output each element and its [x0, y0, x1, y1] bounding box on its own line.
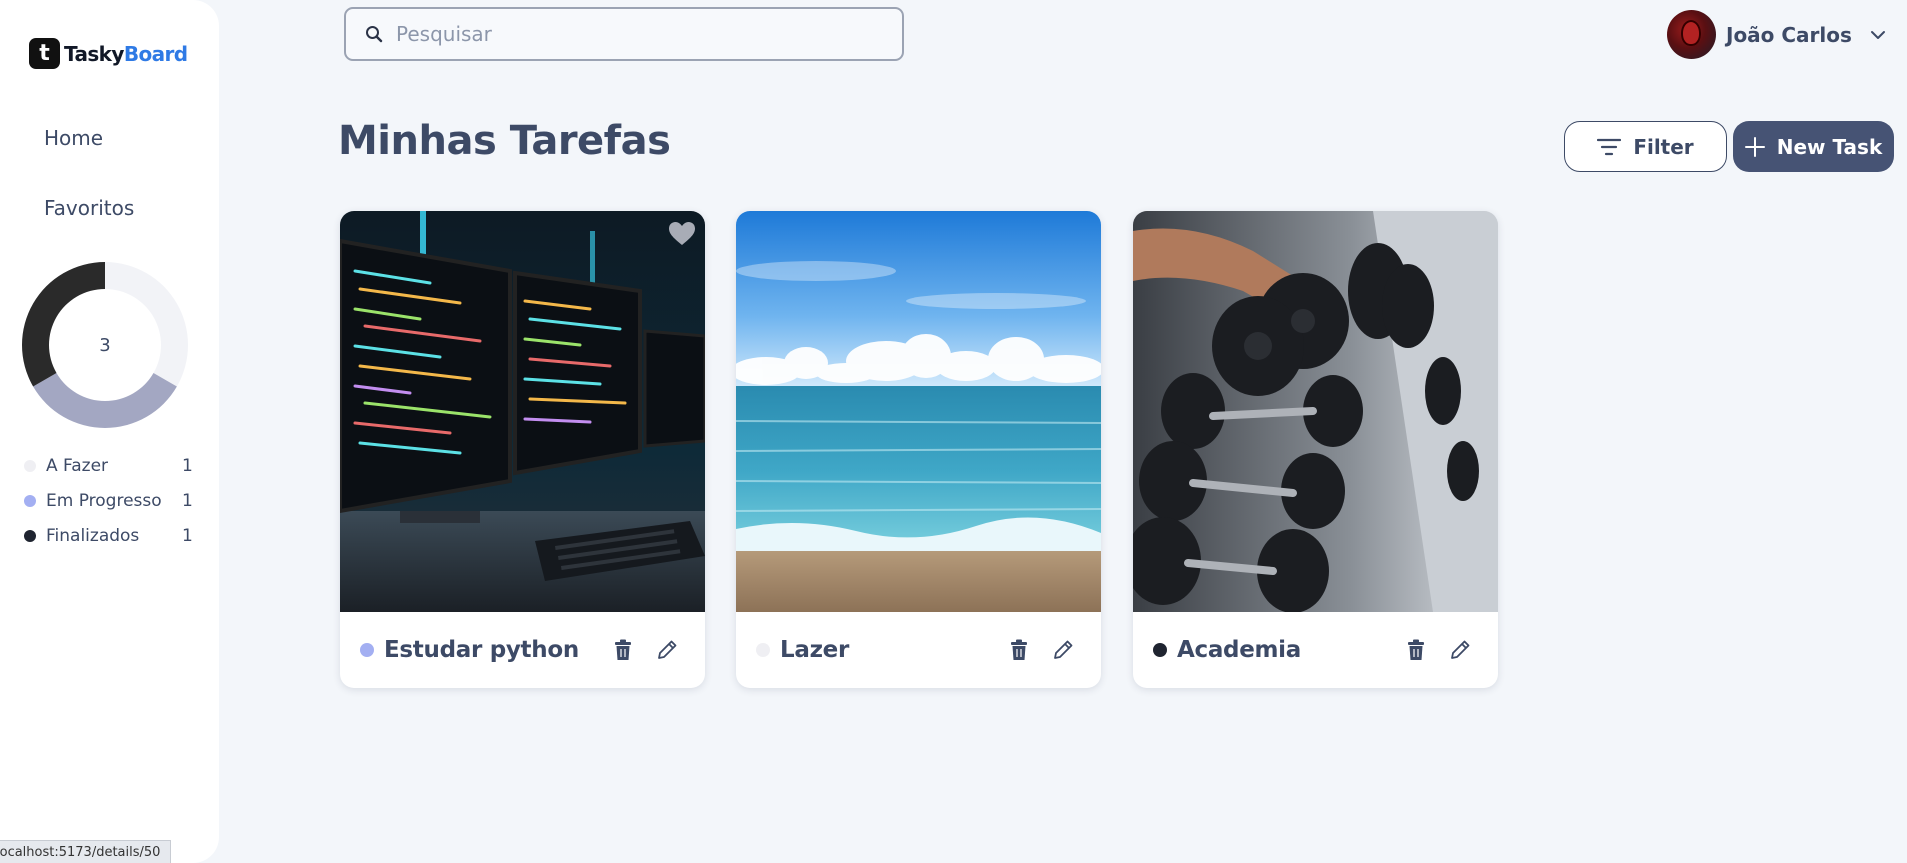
filter-button-label: Filter [1633, 134, 1694, 159]
chevron-down-icon[interactable] [1870, 25, 1886, 44]
filter-button[interactable]: Filter [1564, 121, 1727, 172]
task-card[interactable]: Lazer [736, 211, 1101, 688]
page-title: Minhas Tarefas [338, 118, 671, 164]
status-donut-chart: 3 [22, 262, 188, 428]
search-box[interactable] [344, 7, 904, 61]
task-image-gym [1133, 211, 1498, 612]
pencil-icon[interactable] [649, 632, 685, 668]
task-card[interactable]: Estudar python [340, 211, 705, 688]
legend-item-finalizados: Finalizados 1 [24, 518, 193, 553]
heart-icon[interactable] [665, 217, 699, 251]
task-title: Academia [1177, 637, 1301, 663]
donut-total: 3 [99, 334, 111, 356]
task-card[interactable]: Academia [1133, 211, 1498, 688]
legend-label: Finalizados [46, 525, 140, 546]
status-dot [360, 643, 374, 657]
task-card-footer: Academia [1133, 612, 1498, 688]
legend-dot [24, 529, 36, 542]
nav-item-home[interactable]: Home [44, 126, 103, 150]
brand-suffix: Board [123, 41, 188, 66]
filter-icon [1597, 138, 1622, 155]
legend-label: Em Progresso [46, 490, 162, 511]
status-dot [1153, 643, 1167, 657]
task-card-footer: Estudar python [340, 612, 705, 688]
status-legend: A Fazer 1 Em Progresso 1 Finalizados 1 [24, 448, 193, 553]
legend-count: 1 [182, 490, 193, 511]
task-image-beach [736, 211, 1101, 612]
brand-logo[interactable]: t TaskyBoard [29, 38, 188, 69]
browser-status-url: localhost:5173/details/50 [0, 840, 172, 863]
search-input[interactable] [396, 22, 876, 46]
status-dot [756, 643, 770, 657]
trash-icon[interactable] [1398, 632, 1434, 668]
legend-dot [24, 459, 36, 472]
pencil-icon[interactable] [1045, 632, 1081, 668]
brand-prefix: Tasky [64, 41, 124, 66]
legend-item-a-fazer: A Fazer 1 [24, 448, 193, 483]
user-name: João Carlos [1726, 22, 1852, 47]
legend-dot [24, 494, 36, 507]
trash-icon[interactable] [1001, 632, 1037, 668]
task-title: Lazer [780, 637, 850, 663]
sidebar: t TaskyBoard Home Favoritos 3 A Fazer 1 … [0, 0, 219, 863]
plus-icon [1744, 136, 1765, 157]
logo-mark: t [29, 38, 60, 69]
task-card-footer: Lazer [736, 612, 1101, 688]
nav-item-favoritos[interactable]: Favoritos [44, 196, 134, 220]
new-task-button[interactable]: New Task [1733, 121, 1894, 172]
new-task-button-label: New Task [1776, 134, 1883, 159]
task-image-computer-monitors [340, 211, 705, 612]
user-menu[interactable]: João Carlos [1667, 10, 1886, 59]
avatar[interactable] [1667, 10, 1716, 59]
legend-count: 1 [182, 455, 193, 476]
task-title: Estudar python [384, 637, 579, 663]
search-icon [352, 25, 396, 43]
legend-count: 1 [182, 525, 193, 546]
legend-item-em-progresso: Em Progresso 1 [24, 483, 193, 518]
brand-name: TaskyBoard [64, 41, 188, 66]
trash-icon[interactable] [605, 632, 641, 668]
pencil-icon[interactable] [1442, 632, 1478, 668]
legend-label: A Fazer [46, 455, 109, 476]
